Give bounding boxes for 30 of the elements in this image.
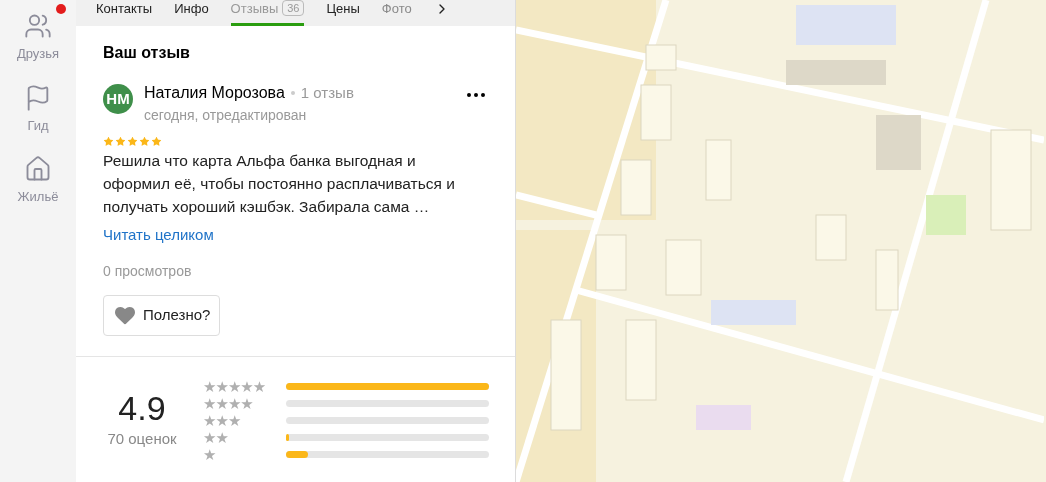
rating-score: 4.9 bbox=[118, 390, 166, 427]
tab[interactable]: Инфо bbox=[174, 0, 209, 26]
section-title: Ваш отзыв bbox=[103, 43, 191, 63]
house-icon bbox=[24, 155, 52, 183]
tab[interactable]: Отзывы 36 bbox=[230, 0, 305, 26]
avatar: НМ bbox=[103, 84, 133, 114]
sidebar-item[interactable]: Жильё bbox=[6, 147, 70, 207]
star-icon bbox=[151, 136, 162, 147]
star-icon bbox=[139, 136, 150, 147]
star-label: ★ bbox=[203, 446, 216, 463]
review-count: 1 отзыв bbox=[300, 82, 354, 103]
read-more-link[interactable]: Читать целиком bbox=[103, 224, 214, 247]
star-label: ★★★★ bbox=[203, 395, 253, 412]
review-date: сегодня, отредактирован bbox=[144, 106, 308, 125]
tab[interactable]: Цены bbox=[326, 0, 360, 26]
star-icon bbox=[103, 136, 114, 147]
tab[interactable]: Контакты bbox=[96, 0, 153, 26]
review-text: Решила что карта Альфа банка выгодная и оформил её, чтобы постоянно расплачиваться и получать хороший кэшбэк. Забирала сама … bbox=[103, 151, 456, 217]
star-icon bbox=[115, 136, 126, 147]
sidebar-item[interactable]: Друзья bbox=[6, 4, 70, 64]
star-label: ★★★★★ bbox=[203, 378, 266, 395]
views-count: 0 просмотров bbox=[103, 261, 193, 281]
star-label: ★★★ bbox=[203, 412, 241, 429]
rating-count: 70 оценок bbox=[107, 429, 177, 450]
sidebar-item[interactable]: Гид bbox=[6, 75, 70, 135]
author-name[interactable]: Наталия Морозова bbox=[144, 81, 285, 105]
star-label: ★★ bbox=[203, 429, 228, 446]
helpful-button[interactable]: Полезно? bbox=[103, 294, 221, 336]
people-icon bbox=[24, 12, 52, 40]
star-icon bbox=[127, 136, 138, 147]
